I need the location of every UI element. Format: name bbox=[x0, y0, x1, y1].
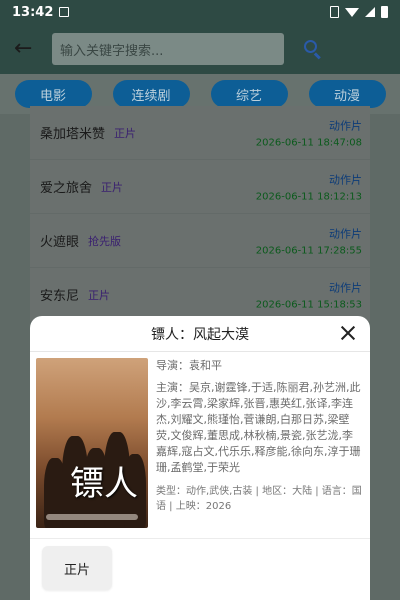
status-icons bbox=[330, 6, 388, 18]
battery-icon bbox=[381, 6, 388, 18]
item-time: 2026-06-11 15:18:53 bbox=[255, 299, 362, 310]
search-icon[interactable] bbox=[302, 38, 324, 60]
item-genre: 动作片 bbox=[329, 281, 362, 294]
item-title: 桑加塔米赞 bbox=[40, 127, 106, 142]
sheet-title: 镖人：风起大漠 bbox=[151, 326, 249, 343]
item-badge: 正片 bbox=[114, 126, 137, 140]
close-icon[interactable] bbox=[338, 323, 358, 343]
movie-poster: 镖人 bbox=[36, 358, 148, 528]
movie-info: 导演：袁和平 主演：吴京,谢霆锋,于适,陈丽君,孙艺洲,此沙,李云霄,梁家辉,张… bbox=[156, 358, 362, 514]
play-episode-button[interactable]: 正片 bbox=[42, 546, 112, 590]
tab-movies[interactable]: 电影 bbox=[14, 80, 92, 108]
item-time: 2026-06-11 17:28:55 bbox=[255, 245, 362, 256]
item-time: 2026-06-11 18:12:13 bbox=[255, 191, 362, 202]
item-title: 火遮眼 bbox=[40, 235, 80, 250]
cast-text: 主演：吴京,谢霆锋,于适,陈丽君,孙艺洲,此沙,李云霄,梁家辉,张晋,惠英红,张… bbox=[156, 381, 361, 474]
divider bbox=[30, 538, 370, 539]
sheet-body: 镖人 导演：袁和平 主演：吴京,谢霆锋,于适,陈丽君,孙艺洲,此沙,李云霄,梁家… bbox=[36, 358, 364, 532]
list-item[interactable]: 火遮眼 抢先版 动作片 2026-06-11 17:28:55 bbox=[30, 214, 370, 268]
item-title: 爱之旅舍 bbox=[40, 181, 93, 196]
item-genre: 动作片 bbox=[329, 173, 362, 186]
screenshot-icon bbox=[330, 6, 339, 18]
tab-anime[interactable]: 动漫 bbox=[308, 80, 386, 108]
status-time: 13:42 bbox=[12, 4, 54, 20]
tab-variety[interactable]: 综艺 bbox=[210, 80, 288, 108]
item-genre: 动作片 bbox=[329, 227, 362, 240]
app-bar: ← 输入关键字搜索... bbox=[0, 24, 400, 74]
list-item[interactable]: 安东尼 正片 动作片 2026-06-11 15:18:53 bbox=[30, 268, 370, 322]
item-genre: 动作片 bbox=[329, 119, 362, 132]
result-list: 桑加塔米赞 正片 动作片 2026-06-11 18:47:08 爱之旅舍 正片… bbox=[30, 106, 370, 322]
wifi-icon bbox=[345, 7, 359, 17]
detail-sheet: 镖人：风起大漠 镖人 导演：袁和平 主演：吴京,谢霆锋,于适,陈丽君,孙艺洲,此… bbox=[30, 316, 370, 600]
list-item[interactable]: 桑加塔米赞 正片 动作片 2026-06-11 18:47:08 bbox=[30, 106, 370, 160]
item-badge: 抢先版 bbox=[88, 234, 122, 248]
search-placeholder: 输入关键字搜索... bbox=[60, 43, 164, 59]
status-bar: 13:42 bbox=[0, 0, 400, 24]
item-badge: 正片 bbox=[101, 180, 124, 194]
director-text: 导演：袁和平 bbox=[156, 359, 222, 372]
notification-icon bbox=[59, 7, 70, 17]
item-title: 安东尼 bbox=[40, 289, 80, 304]
item-badge: 正片 bbox=[88, 288, 111, 302]
back-arrow-icon[interactable]: ← bbox=[14, 37, 38, 61]
list-item[interactable]: 爱之旅舍 正片 动作片 2026-06-11 18:12:13 bbox=[30, 160, 370, 214]
meta-text: 类型：动作,武侠,古装 | 地区：大陆 | 语言：国语 | 上映：2026 bbox=[156, 486, 362, 512]
poster-title-text: 镖人 bbox=[70, 464, 138, 504]
tab-series[interactable]: 连续剧 bbox=[112, 80, 190, 108]
item-time: 2026-06-11 18:47:08 bbox=[255, 137, 362, 148]
search-input[interactable]: 输入关键字搜索... bbox=[52, 33, 284, 65]
sheet-header: 镖人：风起大漠 bbox=[30, 316, 370, 352]
signal-icon bbox=[365, 7, 375, 17]
